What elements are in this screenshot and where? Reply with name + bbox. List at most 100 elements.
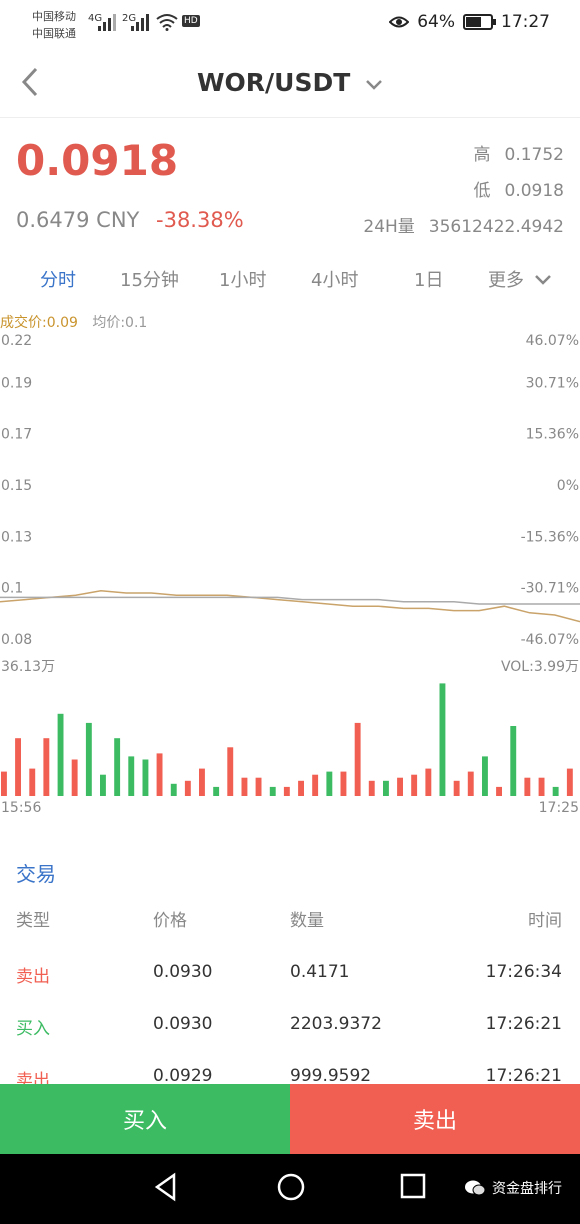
volume-bar (241, 777, 248, 796)
tab-more-label: 更多 (488, 270, 524, 291)
system-nav-bar: 资金盘排行 (0, 1154, 580, 1224)
volume-bar (1, 771, 7, 796)
volume-bar (425, 768, 432, 796)
volume-bar (397, 777, 403, 796)
volume-bar (368, 780, 375, 796)
header-type: 类型 (16, 911, 50, 931)
volume-24h-stat: 24H量 35612422.4942 (363, 212, 564, 237)
eye-comfort-icon (389, 16, 410, 28)
volume-bar (227, 747, 234, 796)
hd-badge: HD (182, 15, 200, 27)
wechat-icon (465, 1180, 486, 1196)
volume-bar (142, 759, 149, 796)
tab-1h[interactable]: 1小时 (219, 266, 266, 292)
volume-bar (354, 722, 361, 796)
recents-square-icon[interactable] (400, 1172, 426, 1202)
volume-bar (552, 786, 559, 796)
price-cny: 0.6479 CNY (16, 208, 140, 232)
volume-bar (283, 786, 290, 796)
trade-price: 0.0929 (153, 1066, 213, 1086)
signal-strength-2-icon (131, 14, 149, 31)
x-tick-label: 17:25 (539, 800, 579, 816)
volume-bar (453, 780, 460, 796)
volume-bar (411, 774, 418, 796)
clock: 17:27 (501, 12, 550, 32)
volume-bar (57, 713, 64, 796)
chart-legend: 成交价:0.09 均价:0.1 (0, 312, 147, 332)
signal-strength-icon (98, 14, 116, 31)
volume-bar (439, 683, 446, 796)
trade-type: 买入 (16, 1019, 50, 1039)
chevron-down-icon (534, 275, 551, 285)
volume-bar (510, 726, 517, 796)
price-series-line (0, 590, 580, 623)
trade-amount: 999.9592 (290, 1066, 372, 1086)
y-tick-right: 30.71% (526, 375, 579, 391)
high-label: 高 (473, 145, 491, 165)
back-triangle-icon[interactable] (152, 1172, 180, 1202)
trade-time: 17:26:34 (485, 962, 562, 982)
volume-bar (312, 774, 319, 796)
y-tick-right: -46.07% (521, 632, 579, 648)
volume-bar (213, 786, 220, 796)
tab-4h[interactable]: 4小时 (311, 266, 358, 292)
watermark: 资金盘排行 (464, 1178, 562, 1198)
battery-icon (463, 14, 496, 30)
volume-bar (496, 786, 502, 796)
carrier-info: 中国移动 中国联通 (32, 8, 76, 42)
y-tick-left: 0.15 (1, 478, 32, 494)
trade-time: 17:26:21 (485, 1014, 562, 1034)
trade-row: 卖出 0.0930 0.4171 17:26:34 (0, 962, 580, 1014)
trades-title: 交易 (16, 862, 56, 886)
volume-bar (100, 774, 106, 796)
y-tick-left: 0.13 (1, 529, 32, 545)
volume-bar (199, 768, 205, 796)
price-chart[interactable]: 0.22 0.19 0.17 0.15 0.13 0.1 0.08 46.07% 30.71% 1… (0, 330, 580, 820)
volume-bar (482, 756, 488, 796)
trade-time: 17:26:21 (485, 1066, 562, 1086)
top-nav: WOR/USDT (0, 52, 580, 118)
tab-more[interactable]: 更多 (488, 266, 552, 292)
volume-bar (114, 738, 121, 796)
sell-button[interactable]: 卖出 (290, 1084, 580, 1154)
carrier-2: 中国联通 (32, 27, 76, 40)
y-tick-right: 15.36% (526, 427, 579, 443)
volume-bar (326, 771, 333, 796)
y-tick-left: 0.22 (1, 333, 32, 349)
volume-bar (29, 768, 36, 796)
trade-row: 买入 0.0930 2203.9372 17:26:21 (0, 1014, 580, 1066)
y-tick-left: 0.1 (1, 581, 23, 597)
y-tick-left: 0.08 (1, 632, 32, 648)
low-stat: 低 0.0918 (474, 176, 564, 201)
y-tick-right: -30.71% (521, 581, 579, 597)
volume-bar (156, 753, 163, 796)
low-label: 低 (473, 181, 491, 201)
carrier-1: 中国移动 (32, 10, 76, 23)
status-right: 64% 17:27 (389, 12, 550, 32)
volume-bar (383, 780, 389, 796)
tab-timeshare[interactable]: 分时 (40, 266, 76, 292)
high-stat: 高 0.1752 (474, 140, 564, 165)
y-tick-right: 46.07% (526, 333, 579, 349)
trade-price: 0.0930 (153, 1014, 213, 1034)
pair-selector[interactable]: WOR/USDT (0, 68, 580, 97)
header-amount: 数量 (290, 911, 324, 931)
legend-last-price: 成交价:0.09 (0, 315, 78, 331)
home-circle-icon[interactable] (276, 1172, 306, 1202)
tab-1d[interactable]: 1日 (414, 266, 443, 292)
volume-max-label: 36.13万 (1, 659, 55, 675)
buy-button[interactable]: 买入 (0, 1084, 290, 1154)
tab-15min[interactable]: 15分钟 (120, 266, 179, 292)
volume-bar (43, 738, 50, 796)
volume-bar (255, 777, 262, 796)
volume-bar (566, 768, 573, 796)
status-bar: 中国移动 中国联通 4G 2G HD 64% 17:27 (0, 0, 580, 50)
volume-bar (184, 780, 191, 796)
y-tick-left: 0.19 (1, 375, 32, 391)
volume-bar (170, 783, 177, 796)
volume-24h-value: 35612422.4942 (428, 217, 564, 237)
header-price: 价格 (153, 911, 187, 931)
volume-bar (524, 777, 531, 796)
trade-amount: 0.4171 (290, 962, 350, 982)
last-price: 0.0918 (16, 136, 179, 185)
